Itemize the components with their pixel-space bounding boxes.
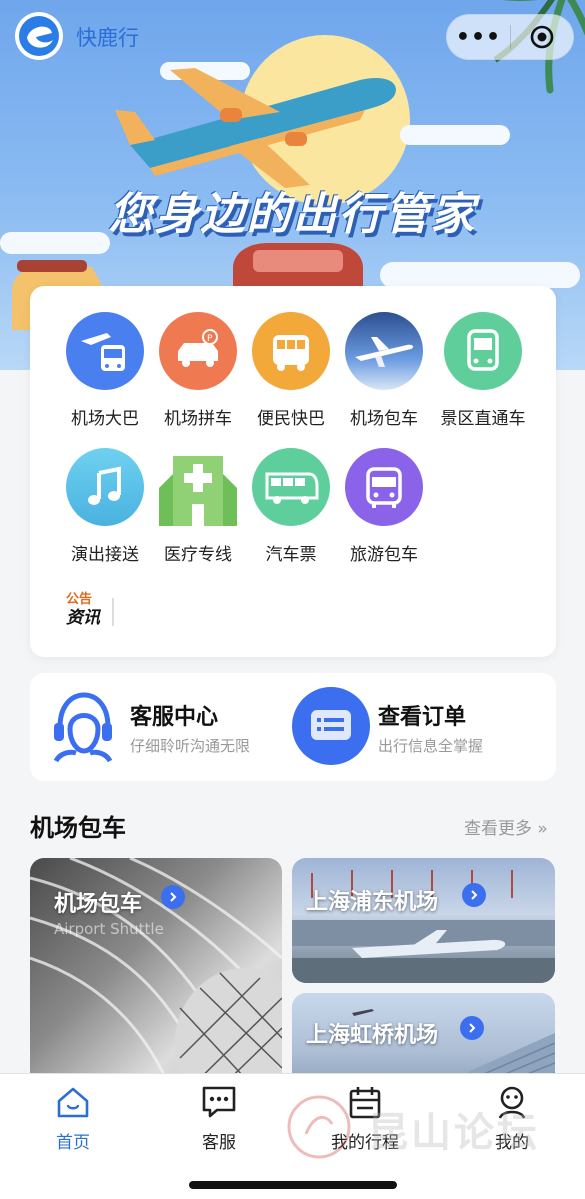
- app-logo: [15, 12, 63, 60]
- tile-subtitle: Airport Shuttle: [54, 920, 164, 938]
- tour-bus-icon: [345, 448, 423, 526]
- section-title: 机场包车: [30, 814, 126, 842]
- service-medical-line[interactable]: 医疗专线: [148, 448, 248, 565]
- carpool-icon: P: [159, 312, 237, 390]
- notice-label-top: 公告: [66, 592, 93, 607]
- chat-bubble-icon: [169, 1084, 269, 1120]
- customer-service-icon: [53, 692, 113, 763]
- hospital-icon: [159, 448, 237, 526]
- service-tour-charter[interactable]: 旅游包车: [334, 448, 434, 565]
- cloud-graphic: [400, 125, 510, 145]
- service-scenic-bus[interactable]: 景区直通车: [428, 312, 538, 429]
- forum-watermark: 昆山论坛: [286, 1090, 576, 1160]
- airport-bus-icon: [66, 312, 144, 390]
- tab-label: 首页: [56, 1133, 90, 1153]
- service-express-bus[interactable]: 便民快巴: [241, 312, 341, 429]
- notice-badge[interactable]: 公告 资讯: [66, 592, 114, 628]
- service-carpool[interactable]: P 机场拼车: [148, 312, 248, 429]
- pudong-airport-image: [292, 870, 555, 983]
- chevron-right-icon: [161, 885, 185, 909]
- tile-title: 上海浦东机场: [306, 890, 439, 915]
- orders-entry[interactable]: 查看订单 出行信息全掌握: [292, 685, 542, 769]
- service-label: 机场拼车: [164, 409, 232, 429]
- app-name: 快鹿行: [76, 26, 139, 50]
- watermark-text: 昆山论坛: [368, 1110, 540, 1156]
- service-label: 医疗专线: [164, 545, 232, 565]
- coach-ticket-icon: [252, 448, 330, 526]
- see-more-link[interactable]: 查看更多 »: [464, 814, 548, 839]
- express-bus-icon: [252, 312, 330, 390]
- home-icon: [23, 1084, 123, 1120]
- mini-program-target-icon[interactable]: [511, 24, 573, 50]
- customer-service-entry[interactable]: 客服中心 仔细聆听沟通无限: [50, 685, 290, 769]
- orders-subtitle: 出行信息全掌握: [378, 737, 484, 755]
- mini-program-capsule: •••: [446, 14, 574, 60]
- tab-home[interactable]: 首页: [23, 1084, 123, 1153]
- kuailu-logo-icon: [19, 16, 59, 56]
- app-page: 您身边的出行管家 快鹿行 ••• 机场大巴 P 机场拼车 便民快巴 机场包车 景…: [0, 0, 585, 1199]
- service-airport-bus[interactable]: 机场大巴: [55, 312, 155, 429]
- cloud-graphic: [380, 262, 580, 288]
- tile-title: 上海虹桥机场: [306, 1023, 439, 1048]
- scenic-bus-icon: [444, 312, 522, 390]
- banner-slogan: 您身边的出行管家: [108, 189, 477, 240]
- service-show-transfer[interactable]: 演出接送: [55, 448, 155, 565]
- watermark-seal-icon: [287, 1095, 351, 1159]
- tile-pudong-airport[interactable]: 上海浦东机场: [292, 858, 555, 983]
- notice-label-bottom: 资讯: [66, 608, 100, 628]
- airplane-charter-icon: [345, 312, 423, 390]
- customer-service-title: 客服中心: [130, 705, 219, 730]
- tile-title: 机场包车: [54, 892, 143, 917]
- service-label: 景区直通车: [440, 409, 526, 429]
- svg-text:P: P: [207, 334, 213, 344]
- tab-customer-service[interactable]: 客服: [169, 1084, 269, 1153]
- service-airport-charter[interactable]: 机场包车: [334, 312, 434, 429]
- service-label: 演出接送: [71, 545, 139, 565]
- notice-divider: [112, 598, 114, 626]
- tab-label: 客服: [202, 1133, 236, 1153]
- more-dots-icon[interactable]: •••: [447, 25, 510, 50]
- service-label: 机场大巴: [71, 409, 139, 429]
- service-label: 汽车票: [265, 545, 317, 565]
- service-label: 机场包车: [350, 409, 418, 429]
- orders-title: 查看订单: [378, 705, 467, 730]
- service-label: 便民快巴: [257, 409, 325, 429]
- order-list-icon: [292, 687, 370, 765]
- service-label: 旅游包车: [350, 545, 418, 565]
- help-card: 客服中心 仔细聆听沟通无限 查看订单 出行信息全掌握: [30, 673, 556, 781]
- customer-service-subtitle: 仔细聆听沟通无限: [130, 737, 251, 755]
- music-note-icon: [66, 448, 144, 526]
- chevron-right-icon: [462, 883, 486, 907]
- home-indicator: [189, 1181, 397, 1189]
- services-card: 机场大巴 P 机场拼车 便民快巴 机场包车 景区直通车 演出接送 医疗专线 汽车…: [30, 286, 556, 657]
- service-coach-ticket[interactable]: 汽车票: [241, 448, 341, 565]
- chevron-right-icon: [460, 1016, 484, 1040]
- tile-airport-charter[interactable]: 机场包车 Airport Shuttle: [30, 858, 282, 1088]
